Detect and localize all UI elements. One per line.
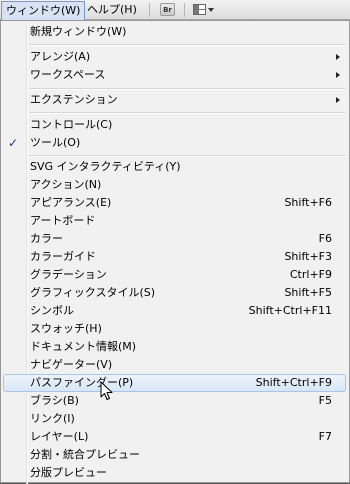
menu-item-label: 分版プレビュー [30, 466, 107, 479]
menu-item-label: 新規ウィンドウ(W) [30, 25, 127, 38]
menu-item-label: SVG インタラクティビティ(Y) [30, 160, 181, 173]
menu-item-control[interactable]: コントロール(C) [1, 116, 349, 134]
menu-item-color-guide[interactable]: カラーガイド Shift+F3 [1, 248, 349, 266]
menu-item-layers[interactable]: レイヤー(L) F7 [1, 428, 349, 446]
menu-item-label: ワークスペース [30, 68, 106, 81]
menu-item-shortcut: Shift+Ctrl+F11 [248, 304, 332, 317]
menu-item-label: ブラシ(B) [30, 394, 79, 407]
menu-item-workspace[interactable]: ワークスペース [1, 66, 349, 84]
menu-item-flattener-preview[interactable]: 分割・統合プレビュー [1, 446, 349, 464]
menu-item-links[interactable]: リンク(I) [1, 410, 349, 428]
menu-item-label: コントロール(C) [30, 118, 113, 131]
menu-item-label: グラフィックスタイル(S) [30, 286, 156, 299]
menu-item-label: アクション(N) [30, 178, 102, 191]
bridge-button[interactable]: Br [160, 3, 175, 16]
menu-item-label: カラーガイド [30, 250, 96, 263]
menu-separator [29, 112, 345, 114]
menu-item-label: カラー [30, 232, 63, 245]
mouse-pointer-icon [100, 381, 113, 400]
menu-item-shortcut: Shift+F5 [284, 286, 332, 299]
menu-item-arrange[interactable]: アレンジ(A) [1, 48, 349, 66]
menu-item-document-info[interactable]: ドキュメント情報(M) [1, 338, 349, 356]
menu-help[interactable]: ヘルプ(H) [83, 2, 141, 18]
menu-item-shortcut: Ctrl+F9 [289, 268, 332, 281]
menu-item-color[interactable]: カラー F6 [1, 230, 349, 248]
menu-item-label: アレンジ(A) [30, 50, 91, 63]
menu-item-label: スウォッチ(H) [30, 322, 102, 335]
chevron-down-icon[interactable] [208, 8, 214, 12]
menu-item-label: アートボード [30, 214, 96, 227]
menu-item-extensions[interactable]: エクステンション [1, 91, 349, 109]
menu-item-label: ドキュメント情報(M) [30, 340, 137, 353]
menu-item-separations-preview[interactable]: 分版プレビュー [1, 464, 349, 482]
menu-item-label: アピアランス(E) [30, 196, 112, 209]
menu-item-brushes[interactable]: ブラシ(B) F5 [1, 392, 349, 410]
menu-item-shortcut: F5 [318, 394, 332, 407]
menu-item-new-window[interactable]: 新規ウィンドウ(W) [1, 23, 349, 41]
menu-window[interactable]: ウィンドウ(W) [1, 1, 86, 20]
menu-item-label: 分割・統合プレビュー [30, 448, 140, 461]
menu-separator [29, 88, 345, 90]
menu-item-artboards[interactable]: アートボード [1, 212, 349, 230]
menu-item-shortcut: Shift+F6 [284, 196, 332, 209]
menu-item-label: シンボル [30, 304, 74, 317]
menu-item-gradient[interactable]: グラデーション Ctrl+F9 [1, 266, 349, 284]
menu-item-appearance[interactable]: アピアランス(E) Shift+F6 [1, 194, 349, 212]
menubar: ウィンドウ(W) ヘルプ(H) Br [0, 0, 350, 20]
menubar-divider [184, 3, 185, 17]
menu-item-navigator[interactable]: ナビゲーター(V) [1, 356, 349, 374]
menu-item-symbols[interactable]: シンボル Shift+Ctrl+F11 [1, 302, 349, 320]
menu-separator [29, 44, 345, 46]
menu-item-shortcut: Shift+Ctrl+F9 [255, 376, 332, 389]
menu-item-tools[interactable]: ✓ ツール(O) [1, 134, 349, 152]
submenu-arrow-icon [336, 54, 340, 60]
checkmark-icon: ✓ [8, 136, 19, 150]
menu-item-label: リンク(I) [30, 412, 75, 425]
menubar-divider [149, 3, 150, 17]
arrange-documents-icon[interactable] [193, 4, 206, 15]
menu-item-pathfinder[interactable]: パスファインダー(P) Shift+Ctrl+F9 [1, 374, 349, 392]
menu-item-graphic-styles[interactable]: グラフィックスタイル(S) Shift+F5 [1, 284, 349, 302]
menu-separator [29, 155, 345, 157]
submenu-arrow-icon [336, 97, 340, 103]
menu-item-shortcut: F6 [318, 232, 332, 245]
submenu-arrow-icon [336, 72, 340, 78]
menu-item-label: エクステンション [30, 93, 118, 106]
menu-item-label: グラデーション [30, 268, 107, 281]
window-menu-dropdown: 新規ウィンドウ(W) アレンジ(A) ワークスペース エクステンション コントロ… [0, 20, 350, 484]
menu-item-svg-interactivity[interactable]: SVG インタラクティビティ(Y) [1, 158, 349, 176]
menu-item-label: レイヤー(L) [30, 430, 89, 443]
menu-item-label: ナビゲーター(V) [30, 358, 113, 371]
menu-item-swatches[interactable]: スウォッチ(H) [1, 320, 349, 338]
menu-item-shortcut: F7 [318, 430, 332, 443]
menu-item-shortcut: Shift+F3 [284, 250, 332, 263]
menu-item-label: ツール(O) [30, 136, 81, 149]
menu-item-label: パスファインダー(P) [30, 376, 134, 389]
menu-item-actions[interactable]: アクション(N) [1, 176, 349, 194]
